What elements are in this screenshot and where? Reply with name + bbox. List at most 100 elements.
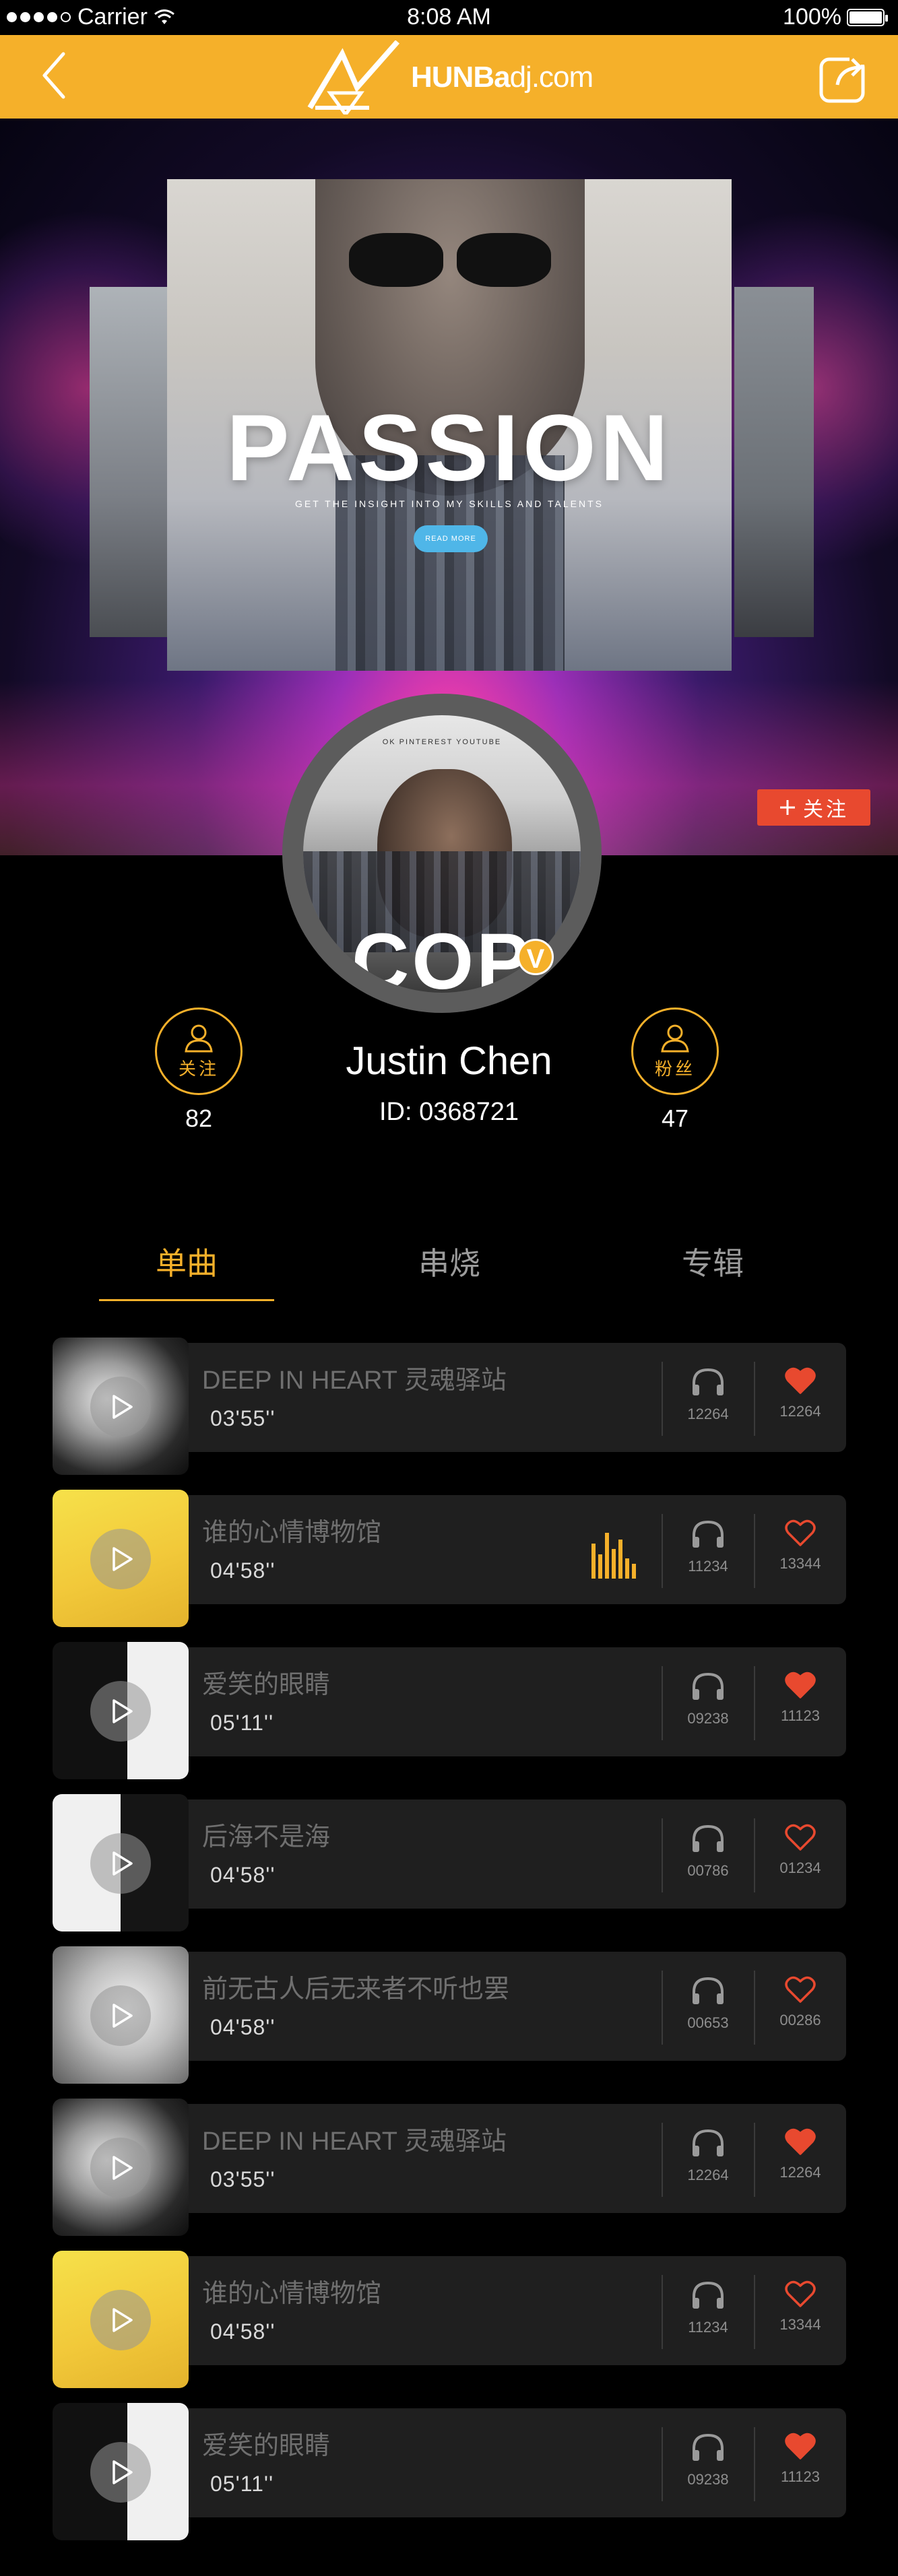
- follow-button[interactable]: 关注: [757, 789, 870, 826]
- track-row[interactable]: DEEP IN HEART 灵魂驿站 03'55'' 12264 12264: [53, 1337, 846, 1475]
- track-title[interactable]: 谁的心情博物馆: [202, 1511, 381, 1548]
- track-thumbnail[interactable]: [53, 1642, 189, 1779]
- verified-badge: V: [517, 939, 554, 975]
- track-thumbnail[interactable]: [53, 1490, 189, 1627]
- headphones-icon: [693, 1520, 724, 1548]
- headphones-icon: [693, 1977, 724, 2004]
- tab-singles[interactable]: 单曲: [99, 1239, 274, 1301]
- listen-count-button[interactable]: 12264: [672, 2127, 744, 2184]
- track-row[interactable]: 后海不是海 04'58'' 00786 01234: [53, 1794, 846, 1931]
- avatar-menu-text: OK PINTEREST YOUTUBE: [382, 738, 502, 746]
- carousel-cover[interactable]: PASSION GET THE INSIGHT INTO MY SKILLS A…: [167, 179, 732, 671]
- track-duration: 03'55'': [210, 1406, 276, 1430]
- track-thumbnail[interactable]: [53, 1337, 189, 1475]
- play-button[interactable]: [90, 1681, 151, 1742]
- track-thumbnail[interactable]: [53, 1946, 189, 2084]
- like-button[interactable]: 01234: [765, 1822, 836, 1877]
- track-row[interactable]: 爱笑的眼睛 05'11'' 09238 11123: [53, 1642, 846, 1779]
- play-button[interactable]: [90, 2442, 151, 2503]
- play-icon: [113, 2308, 133, 2332]
- track-duration: 05'11'': [210, 1711, 274, 1735]
- play-button[interactable]: [90, 2138, 151, 2198]
- track-row[interactable]: 前无古人后无来者不听也罢 04'58'' 00653 00286: [53, 1946, 846, 2084]
- play-icon: [113, 1547, 133, 1571]
- headphones-icon: [693, 2433, 724, 2461]
- play-icon: [113, 1395, 133, 1419]
- cover-title: PASSION: [226, 395, 672, 500]
- track-list: DEEP IN HEART 灵魂驿站 03'55'' 12264 12264 谁…: [53, 1337, 846, 2555]
- listen-count-button[interactable]: 00786: [672, 1822, 744, 1880]
- track-thumbnail[interactable]: [53, 2251, 189, 2388]
- logo-text-suffix: dj.com: [509, 61, 594, 94]
- status-right: 100%: [783, 4, 888, 30]
- tab-albums[interactable]: 专辑: [625, 1239, 800, 1301]
- cover-read-more-button[interactable]: READ MORE: [414, 525, 488, 552]
- cover-tagline: GET THE INSIGHT INTO MY SKILLS AND TALEN…: [295, 498, 604, 509]
- like-button[interactable]: 12264: [765, 1366, 836, 1420]
- carousel-card-next[interactable]: [734, 287, 814, 637]
- track-title[interactable]: 谁的心情博物馆: [202, 2272, 381, 2309]
- track-title[interactable]: 后海不是海: [202, 1816, 330, 1853]
- listen-count-button[interactable]: 09238: [672, 2431, 744, 2488]
- share-icon: [819, 55, 868, 103]
- listen-count-button[interactable]: 11234: [672, 1518, 744, 1575]
- track-row[interactable]: 谁的心情博物馆 04'58'' 11234 13344: [53, 1490, 846, 1627]
- track-title[interactable]: 爱笑的眼睛: [202, 2424, 330, 2462]
- divider: [754, 1818, 755, 1892]
- like-count: 12264: [779, 1403, 821, 1420]
- play-icon: [113, 2460, 133, 2484]
- track-title[interactable]: 前无古人后无来者不听也罢: [202, 1968, 509, 2005]
- headphones-icon: [693, 1824, 724, 1852]
- heart-icon: [785, 1824, 816, 1851]
- track-thumbnail[interactable]: [53, 1794, 189, 1931]
- track-duration: 04'58'': [210, 1558, 276, 1583]
- heart-icon: [785, 1672, 816, 1698]
- track-duration: 04'58'': [210, 2319, 276, 2344]
- track-thumbnail[interactable]: [53, 2403, 189, 2540]
- back-button[interactable]: [27, 48, 81, 102]
- like-count: 13344: [779, 1555, 821, 1572]
- play-button[interactable]: [90, 1985, 151, 2046]
- track-row[interactable]: 谁的心情博物馆 04'58'' 11234 13344: [53, 2251, 846, 2388]
- track-row[interactable]: 爱笑的眼睛 05'11'' 09238 11123: [53, 2403, 846, 2540]
- play-icon: [113, 2156, 133, 2180]
- divider: [754, 2123, 755, 2197]
- headphones-icon: [693, 2281, 724, 2309]
- tab-medleys[interactable]: 串烧: [362, 1239, 537, 1301]
- play-button[interactable]: [90, 1833, 151, 1894]
- like-button[interactable]: 13344: [765, 1518, 836, 1573]
- play-button[interactable]: [90, 2290, 151, 2350]
- like-count: 11123: [781, 2468, 820, 2485]
- like-button[interactable]: 12264: [765, 2127, 836, 2181]
- status-bar: Carrier 8:08 AM 100%: [0, 0, 898, 35]
- logo-text: HUNBadj.com: [411, 61, 594, 94]
- divider: [754, 1971, 755, 2045]
- track-title[interactable]: DEEP IN HEART 灵魂驿站: [202, 2120, 507, 2157]
- listen-count: 00653: [687, 2014, 729, 2031]
- track-title[interactable]: DEEP IN HEART 灵魂驿站: [202, 1359, 507, 1396]
- like-button[interactable]: 11123: [765, 1670, 836, 1725]
- like-button[interactable]: 00286: [765, 1975, 836, 2029]
- logo: HUNBadj.com: [303, 40, 600, 114]
- track-thumbnail[interactable]: [53, 2099, 189, 2236]
- like-button[interactable]: 11123: [765, 2431, 836, 2486]
- divider: [662, 1666, 663, 1740]
- play-button[interactable]: [90, 1377, 151, 1437]
- listen-count-button[interactable]: 00653: [672, 1975, 744, 2032]
- play-button[interactable]: [90, 1529, 151, 1589]
- carousel-card-prev[interactable]: [90, 287, 168, 637]
- listen-count-button[interactable]: 12264: [672, 1366, 744, 1423]
- listen-count-button[interactable]: 11234: [672, 2279, 744, 2336]
- share-button[interactable]: [817, 50, 871, 104]
- track-row[interactable]: DEEP IN HEART 灵魂驿站 03'55'' 12264 12264: [53, 2099, 846, 2236]
- track-title[interactable]: 爱笑的眼睛: [202, 1663, 330, 1700]
- headphones-icon: [693, 1672, 724, 1700]
- like-button[interactable]: 13344: [765, 2279, 836, 2334]
- listen-count-button[interactable]: 09238: [672, 1670, 744, 1727]
- heart-icon: [785, 2128, 816, 2155]
- headphones-icon: [693, 1368, 724, 1395]
- play-icon: [113, 2004, 133, 2028]
- play-icon: [113, 1851, 133, 1876]
- divider: [662, 2123, 663, 2197]
- heart-icon: [785, 1976, 816, 2003]
